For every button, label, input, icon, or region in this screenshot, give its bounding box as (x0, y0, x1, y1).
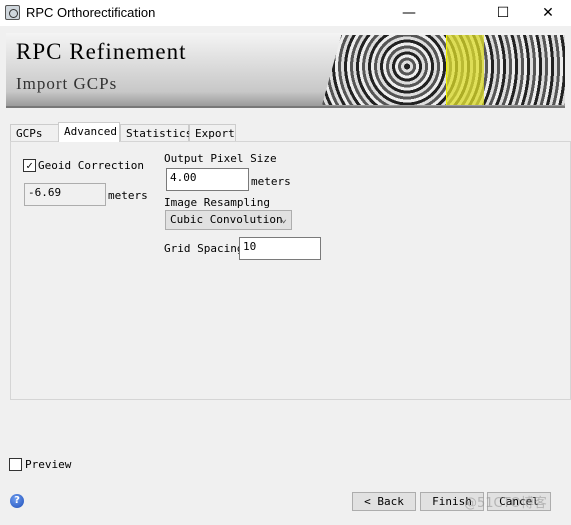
geoid-correction-label: Geoid Correction (38, 159, 144, 172)
geoid-unit-label: meters (108, 189, 148, 202)
output-pixel-size-input[interactable]: 4.00 (166, 168, 249, 191)
window-title: RPC Orthorectification (26, 5, 156, 20)
geoid-value-field: -6.69 (24, 183, 106, 206)
tab-export[interactable]: Export (189, 124, 236, 142)
app-icon (5, 5, 20, 20)
tab-statistics[interactable]: Statistics (120, 124, 192, 142)
geoid-correction-checkbox[interactable]: ✓ (23, 159, 36, 172)
grid-spacing-input[interactable]: 10 (239, 237, 321, 260)
close-button[interactable]: ✕ (525, 0, 571, 26)
advanced-panel: ✓ Geoid Correction -6.69 meters Output P… (10, 141, 571, 400)
image-resampling-label: Image Resampling (164, 196, 270, 209)
watermark: @51CTO博客 (464, 496, 547, 511)
preview-label: Preview (25, 458, 72, 471)
banner-satellite-image (322, 35, 565, 105)
preview-checkbox[interactable] (9, 458, 22, 471)
banner-subtitle: Import GCPs (16, 74, 118, 93)
chevron-down-icon: ⌄ (280, 212, 287, 225)
wizard-banner: RPC Refinement Import GCPs (6, 33, 565, 108)
banner-title: RPC Refinement (16, 39, 187, 64)
image-resampling-value: Cubic Convolution (170, 213, 283, 226)
back-button[interactable]: < Back (352, 492, 416, 511)
image-resampling-select[interactable]: Cubic Convolution ⌄ (165, 210, 292, 230)
minimize-button[interactable]: — (386, 0, 432, 26)
tab-advanced[interactable]: Advanced (58, 122, 120, 142)
help-icon[interactable]: ? (10, 494, 24, 508)
tab-gcps[interactable]: GCPs (10, 124, 59, 142)
output-pixel-size-label: Output Pixel Size (164, 152, 277, 165)
grid-spacing-label: Grid Spacing (164, 242, 244, 255)
maximize-button[interactable]: ☐ (480, 0, 526, 26)
pixel-size-unit-label: meters (251, 175, 291, 188)
title-bar: RPC Orthorectification — ☐ ✕ (0, 0, 571, 26)
